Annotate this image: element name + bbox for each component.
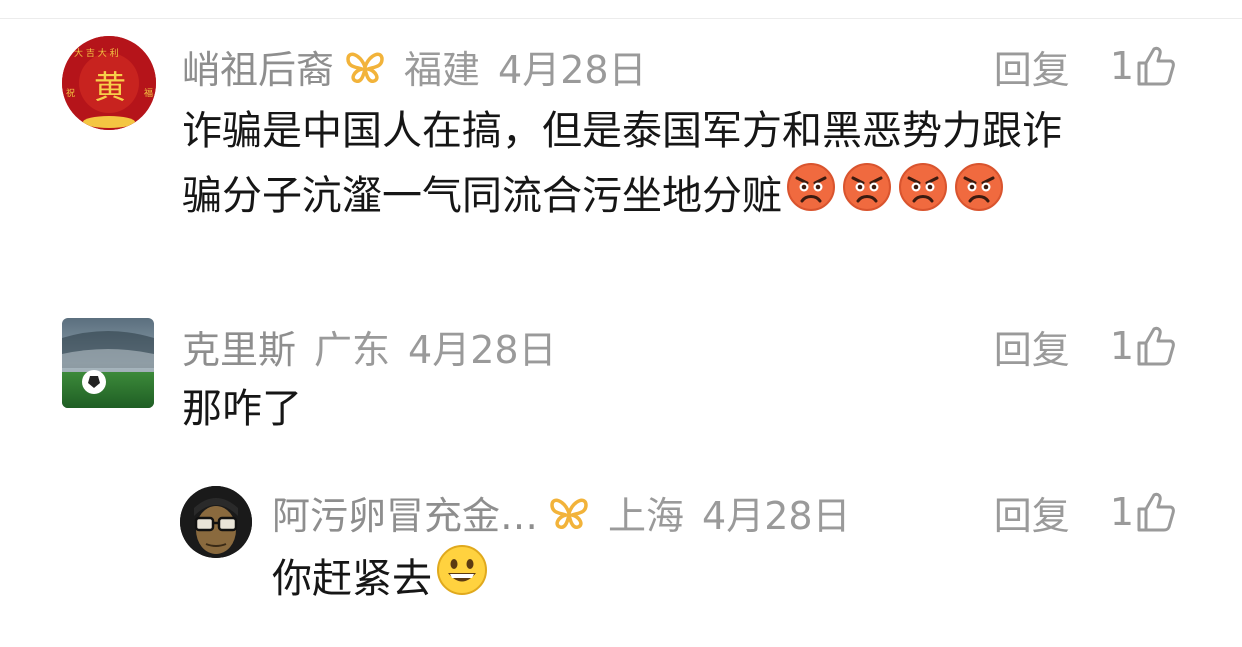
comment-meta: 克里斯 广东 4月28日: [182, 324, 557, 372]
comment-text: 那咋了: [182, 378, 302, 440]
like-count: 1: [1109, 490, 1134, 534]
comment-text-line: 骗分子沆瀣一气同流合污坐地分赃: [182, 173, 782, 219]
butterfly-vip-icon: [548, 495, 590, 529]
angry-face-icon: [954, 162, 1004, 230]
butterfly-vip-icon: [344, 49, 386, 83]
grinning-face-icon: [436, 544, 488, 614]
reply-button[interactable]: 回复: [994, 319, 1070, 374]
comment-actions: 回复 1: [994, 490, 1176, 538]
svg-text:福: 福: [144, 87, 153, 99]
location: 上海: [608, 493, 685, 538]
date: 4月28日: [702, 493, 851, 538]
avatar[interactable]: [180, 486, 252, 558]
avatar[interactable]: [62, 318, 154, 408]
username[interactable]: 克里斯: [182, 319, 296, 374]
thumbs-up-icon[interactable]: [1136, 491, 1176, 533]
comment-text: 你赶紧去: [272, 544, 488, 614]
angry-face-icon: [842, 162, 892, 230]
comment-text-line: 那咋了: [182, 386, 302, 432]
thumbs-up-icon[interactable]: [1136, 325, 1176, 367]
avatar-image: 大 吉 大 利 祝 福 黄: [62, 36, 156, 130]
svg-text:祝: 祝: [66, 87, 75, 99]
location: 广东: [314, 327, 391, 372]
reply-button[interactable]: 回复: [994, 39, 1070, 94]
comment-actions: 回复 1: [994, 44, 1176, 92]
comment-text-line: 诈骗是中国人在搞，但是泰国军方和黑恶势力跟诈: [182, 108, 1062, 154]
comment-meta: 峭祖后裔 福建 4月28日: [182, 44, 647, 92]
comment-actions: 回复 1: [994, 324, 1176, 372]
stadium-image: [62, 318, 154, 408]
like-count: 1: [1109, 44, 1134, 88]
thumbs-up-icon[interactable]: [1136, 45, 1176, 87]
reply-button[interactable]: 回复: [994, 485, 1070, 540]
like-count: 1: [1109, 324, 1134, 368]
angry-face-icon: [786, 162, 836, 230]
comment-meta: 阿污卵冒充金… 上海 4月28日: [272, 490, 851, 538]
comment-text-line-wrap: 你赶紧去: [272, 544, 488, 614]
top-divider: [0, 18, 1242, 19]
username[interactable]: 阿污卵冒充金…: [272, 485, 538, 540]
username[interactable]: 峭祖后裔: [182, 39, 334, 94]
angry-face-icon: [898, 162, 948, 230]
svg-text:大 吉 大 利: 大 吉 大 利: [74, 47, 119, 59]
comment-text-line: 你赶紧去: [272, 556, 432, 602]
location: 福建: [404, 47, 481, 92]
avatar-character: 黄: [94, 68, 126, 106]
comment-text-line-2: 骗分子沆瀣一气同流合污坐地分赃: [182, 162, 1062, 230]
date: 4月28日: [408, 327, 557, 372]
comment-text: 诈骗是中国人在搞，但是泰国军方和黑恶势力跟诈 骗分子沆瀣一气同流合污坐地分赃: [182, 100, 1062, 230]
date: 4月28日: [498, 47, 647, 92]
avatar[interactable]: 大 吉 大 利 祝 福 黄: [62, 36, 156, 130]
avatar-image: [180, 486, 252, 558]
